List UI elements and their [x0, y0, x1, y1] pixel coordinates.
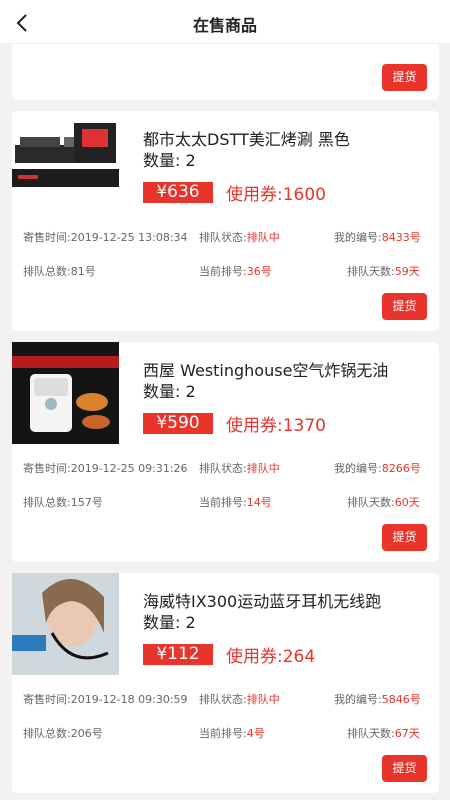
my-number-value: 5846号 [381, 693, 421, 706]
queue-total-label: 排队总数: [23, 265, 71, 278]
quantity-value: 2 [185, 151, 196, 170]
quantity-label: 数量: [143, 151, 181, 170]
my-number-value: 8266号 [381, 462, 421, 475]
current-rank: 当前排号:14号 [199, 494, 272, 510]
quantity-value: 2 [185, 613, 196, 632]
product-card[interactable]: 西屋 Westinghouse空气炸锅无油 数量: 2 ¥590 使用券:137… [12, 342, 439, 562]
price-badge: ¥112 [143, 644, 213, 665]
product-quantity: 数量: 2 [143, 609, 196, 633]
queue-status-label: 排队状态: [199, 231, 247, 244]
current-rank-value: 4号 [246, 727, 265, 740]
queue-days-value: 67天 [394, 727, 420, 740]
current-rank-label: 当前排号: [199, 727, 247, 740]
product-quantity: 数量: 2 [143, 147, 196, 171]
my-number: 我的编号:8433号 [334, 229, 421, 245]
queue-days-value: 59天 [394, 265, 420, 278]
quantity-value: 2 [185, 382, 196, 401]
queue-days: 排队天数:59天 [347, 263, 420, 279]
page-title: 在售商品 [192, 16, 257, 35]
coupon-amount: 使用券:1600 [226, 185, 326, 205]
sale-time-label: 寄售时间: [23, 462, 71, 475]
queue-days: 排队天数:67天 [347, 725, 420, 741]
queue-days-label: 排队天数: [347, 496, 395, 509]
sale-time: 寄售时间:2019-12-25 13:08:34 [23, 229, 188, 245]
queue-total-label: 排队总数: [23, 727, 71, 740]
sale-time-value: 2019-12-25 09:31:26 [70, 462, 188, 475]
my-number: 我的编号:5846号 [334, 691, 421, 707]
current-rank-label: 当前排号: [199, 265, 247, 278]
sale-time-value: 2019-12-18 09:30:59 [70, 693, 188, 706]
queue-total: 排队总数:81号 [23, 263, 96, 279]
product-image [12, 342, 119, 444]
my-number-label: 我的编号: [334, 462, 382, 475]
queue-total-value: 81号 [70, 265, 96, 278]
coupon-amount: 使用券:264 [226, 647, 316, 667]
pickup-button[interactable]: 提货 [382, 293, 427, 320]
quantity-label: 数量: [143, 613, 181, 632]
my-number-value: 8433号 [381, 231, 421, 244]
price-badge: ¥590 [143, 413, 213, 434]
product-card[interactable]: 海威特IX300运动蓝牙耳机无线跑 数量: 2 ¥112 使用券:264 寄售时… [12, 573, 439, 793]
my-number: 我的编号:8266号 [334, 460, 421, 476]
sale-time-value: 2019-12-25 13:08:34 [70, 231, 188, 244]
queue-days: 排队天数:60天 [347, 494, 420, 510]
queue-status-value: 排队中 [246, 231, 280, 244]
queue-days-label: 排队天数: [347, 265, 395, 278]
queue-days-label: 排队天数: [347, 727, 395, 740]
current-rank-label: 当前排号: [199, 496, 247, 509]
product-quantity: 数量: 2 [143, 378, 196, 402]
top-bar: 在售商品 [0, 0, 450, 44]
price-badge: ¥636 [143, 182, 213, 203]
current-rank: 当前排号:36号 [199, 263, 272, 279]
queue-total: 排队总数:206号 [23, 725, 103, 741]
queue-total: 排队总数:157号 [23, 494, 103, 510]
sale-time-label: 寄售时间: [23, 693, 71, 706]
sale-time: 寄售时间:2019-12-18 09:30:59 [23, 691, 188, 707]
coupon-amount: 使用券:1370 [226, 416, 326, 436]
queue-total-label: 排队总数: [23, 496, 71, 509]
queue-total-value: 157号 [70, 496, 103, 509]
quantity-label: 数量: [143, 382, 181, 401]
queue-status: 排队状态:排队中 [199, 460, 280, 476]
sale-time-label: 寄售时间: [23, 231, 71, 244]
product-card[interactable]: 都市太太DSTT美汇烤涮 黑色 数量: 2 ¥636 使用券:1600 寄售时间… [12, 111, 439, 331]
sale-time: 寄售时间:2019-12-25 09:31:26 [23, 460, 188, 476]
current-rank-value: 36号 [246, 265, 272, 278]
pickup-button[interactable]: 提货 [382, 755, 427, 782]
queue-status: 排队状态:排队中 [199, 691, 280, 707]
product-card-partial: 提货 [12, 44, 439, 100]
queue-status-value: 排队中 [246, 693, 280, 706]
queue-status-value: 排队中 [246, 462, 280, 475]
current-rank: 当前排号:4号 [199, 725, 265, 741]
product-image [12, 123, 119, 225]
queue-total-value: 206号 [70, 727, 103, 740]
product-image [12, 573, 119, 675]
queue-days-value: 60天 [394, 496, 420, 509]
queue-status-label: 排队状态: [199, 693, 247, 706]
pickup-button[interactable]: 提货 [382, 524, 427, 551]
queue-status-label: 排队状态: [199, 462, 247, 475]
my-number-label: 我的编号: [334, 693, 382, 706]
queue-status: 排队状态:排队中 [199, 229, 280, 245]
my-number-label: 我的编号: [334, 231, 382, 244]
current-rank-value: 14号 [246, 496, 272, 509]
pickup-button[interactable]: 提货 [382, 64, 427, 91]
